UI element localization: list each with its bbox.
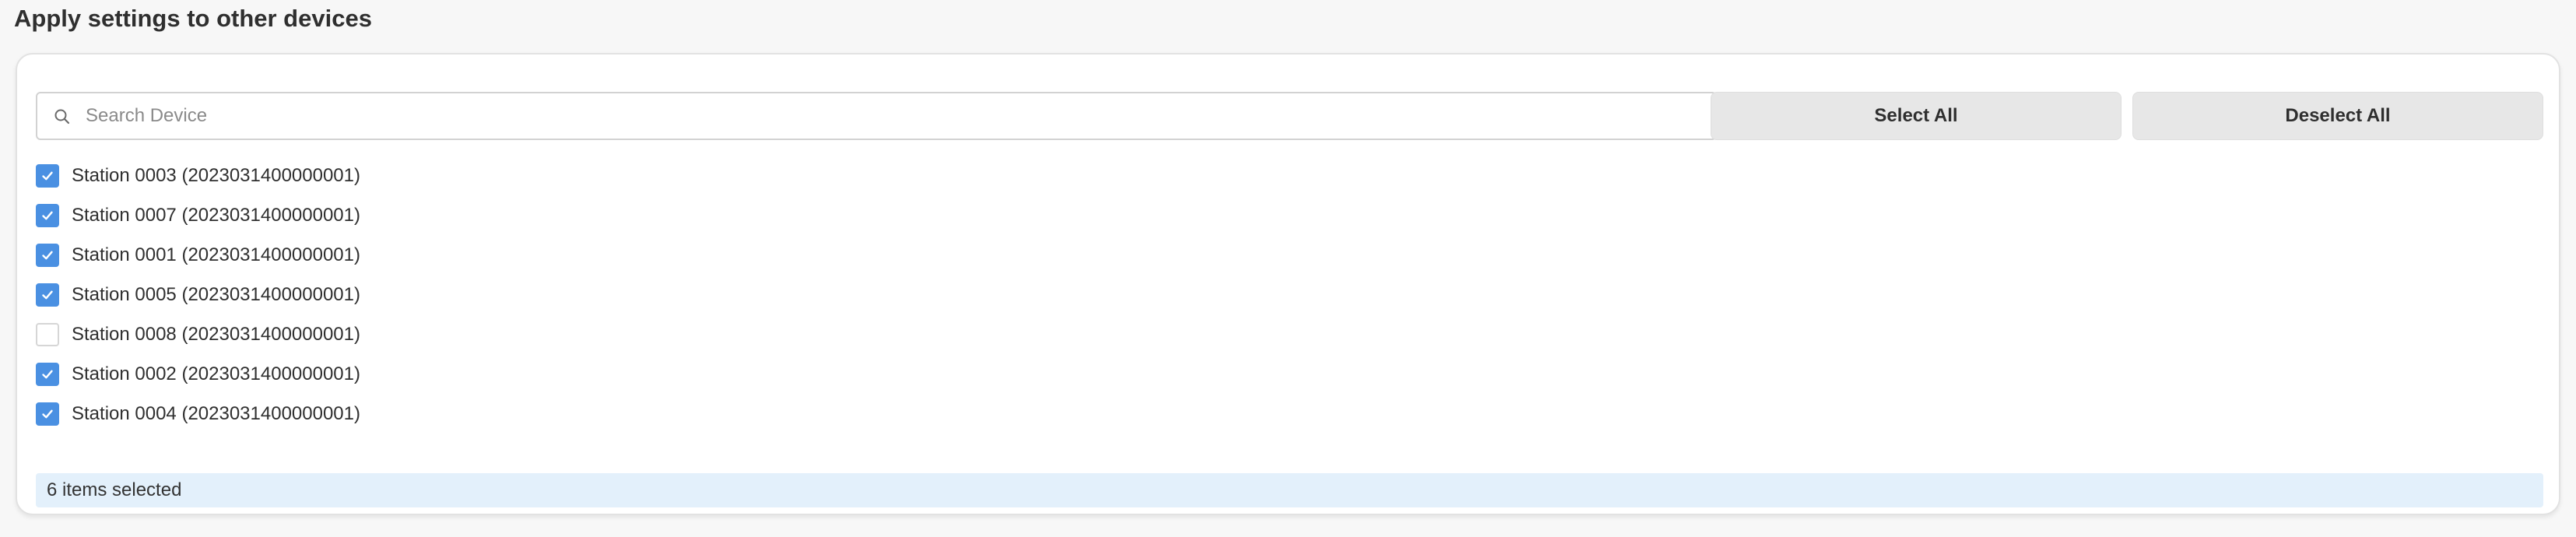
device-label: Station 0008 (2023031400000001) [72,323,360,345]
checkmark-icon [42,171,53,180]
device-label: Station 0002 (2023031400000001) [72,363,360,384]
device-label: Station 0001 (2023031400000001) [72,244,360,265]
checkmark-icon [42,409,53,418]
device-checkbox[interactable] [36,362,59,386]
device-list: Station 0003 (2023031400000001) Station … [36,156,360,433]
search-icon [53,107,72,126]
device-item[interactable]: Station 0002 (2023031400000001) [36,354,360,394]
device-checkbox[interactable] [36,283,59,307]
checkmark-icon [42,290,53,299]
device-checkbox[interactable] [36,203,59,227]
device-item[interactable]: Station 0003 (2023031400000001) [36,156,360,195]
selection-status-bar: 6 items selected [36,473,2543,507]
selected-count-text: 6 items selected [47,479,182,500]
select-all-button[interactable]: Select All [1711,92,2122,140]
device-label: Station 0007 (2023031400000001) [72,204,360,226]
device-label: Station 0004 (2023031400000001) [72,402,360,424]
device-label: Station 0005 (2023031400000001) [72,283,360,305]
checkmark-icon [42,211,53,219]
device-checkbox[interactable] [36,243,59,267]
device-checkbox[interactable] [36,322,59,346]
device-selection-card: Select All Deselect All Station 0003 (20… [16,53,2560,515]
search-box[interactable] [36,92,1717,140]
device-item[interactable]: Station 0008 (2023031400000001) [36,314,360,354]
search-input[interactable] [86,93,1704,139]
device-checkbox[interactable] [36,163,59,188]
checkmark-icon [42,370,53,378]
device-label: Station 0003 (2023031400000001) [72,164,360,186]
deselect-all-button[interactable]: Deselect All [2132,92,2543,140]
device-checkbox[interactable] [36,402,59,426]
device-item[interactable]: Station 0004 (2023031400000001) [36,394,360,433]
device-item[interactable]: Station 0001 (2023031400000001) [36,235,360,275]
checkmark-icon [42,251,53,259]
device-item[interactable]: Station 0007 (2023031400000001) [36,195,360,235]
device-item[interactable]: Station 0005 (2023031400000001) [36,275,360,314]
page-title: Apply settings to other devices [14,5,372,32]
